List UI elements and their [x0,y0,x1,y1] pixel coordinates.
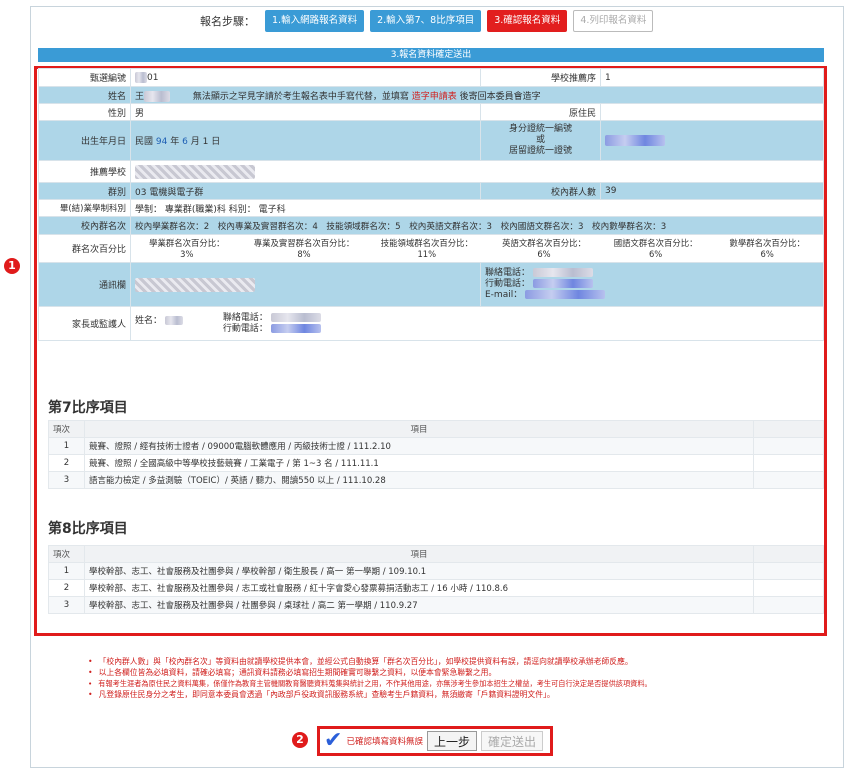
section8-title: 第8比序項目 [48,521,128,537]
dept-value: 學制： 專業群(職業)科 科別： 電子科 [130,199,824,217]
address-label: 通訊欄 [38,262,131,307]
section-title-bar: 3.報名資料確定送出 [38,48,824,62]
step-3-current: 3.確認報名資料 [487,10,568,32]
exam-no-value: 01 [130,68,481,87]
aboriginal-label: 原住民 [480,103,601,121]
note-item: 「校內群人數」與「校內群名次」等資料由就讀學校提供本會，並經公式自動換算「群名次… [88,656,828,667]
table-row: 2 學校幹部、志工、社會服務及社團參與 / 志工或社會服務 / 紅十字會愛心發票募… [48,579,824,597]
id-value [600,120,824,161]
notes-list: 「校內群人數」與「校內群名次」等資料由就讀學校提供本會，並經公式自動換算「群名次… [88,656,828,700]
rec-school-value [130,160,824,183]
table-row: 1 學校幹部、志工、社會服務及社團參與 / 學校幹部 / 衛生股長 / 高一 第一… [48,562,824,580]
school-rank-label: 學校推薦序 [480,68,601,87]
badge-1: 1 [4,258,20,274]
address-value [130,262,481,307]
table-row: 3 語言能力檢定 / 多益測驗（TOEIC）/ 英語 / 聽力、閱讀550 以上 … [48,471,824,489]
section8-col-item: 項目 [84,545,754,563]
checkmark-icon[interactable]: ✔ [324,730,342,752]
note-item: 凡登錄原住民身分之考生，即同意本委員會透過「內政部戶役政資訊服務系統」查驗考生戶… [88,689,828,700]
rank-label: 校內群名次 [38,216,131,235]
step-4: 4.列印報名資料 [573,10,654,32]
step-1[interactable]: 1.輸入網路報名資料 [265,10,365,32]
birth-value: 民國 94 年 6 月 1 日 [130,120,481,161]
pct-values: 學業群名次百分比： 3% 專業及實習群名次百分比： 8% 技能領域群名次百分比： 11… [130,234,824,263]
section7-col-empty [753,420,824,438]
group-value: 03 電機與電子群 [130,182,481,200]
gender-value: 男 [130,103,481,121]
group-count-label: 校內群人數 [480,182,601,200]
step-2[interactable]: 2.輸入第7、8比序項目 [370,10,482,32]
rec-school-label: 推薦學校 [38,160,131,183]
section7-title: 第7比序項目 [48,400,128,416]
aboriginal-value [600,103,824,121]
steps-label: 報名步驟： [200,15,255,28]
guardian-label: 家長或監護人 [38,306,131,341]
note-item: 以上各欄位皆為必填資料，請確必填寫；通訊資料請務必填寫招生期間確實可聯繫之資料，… [88,667,828,678]
badge-2: 2 [292,732,308,748]
group-label: 群別 [38,182,131,200]
table-row: 3 學校幹部、志工、社會服務及社團參與 / 社團參與 / 桌球社 / 高二 第一學… [48,596,824,614]
page: 報名步驟： 1.輸入網路報名資料 2.輸入第7、8比序項目 3.確認報名資料 4… [0,0,846,770]
confirm-check-label[interactable]: 已確認填寫資料無誤 [346,735,423,747]
birth-label: 出生年月日 [38,120,131,161]
table-row: 1 競賽、證照 / 經有技術士證者 / 09000電腦軟體應用 / 丙級技術士證 … [48,437,824,455]
section7-col-no: 項次 [48,420,85,438]
group-count-value: 39 [600,182,824,200]
exam-no-label: 甄選編號 [38,68,131,87]
section8-table: 項次 項目 1 學校幹部、志工、社會服務及社團參與 / 學校幹部 / 衛生股長 /… [48,545,824,614]
section7-col-item: 項目 [84,420,754,438]
school-rank-value: 1 [600,68,824,87]
section8-col-no: 項次 [48,545,85,563]
note-item: 有報考生涯者為原住民之資料萬集，係僅作為教育主管機關教育醫聽資料蒐集與統計之用，… [88,678,828,689]
name-value: 王 無法顯示之罕見字請於考生報名表中手寫代替，並填寫 造字申請表 後寄回本委員會… [130,86,824,104]
char-request-link[interactable]: 造字申請表 [412,92,457,102]
gender-label: 性別 [38,103,131,121]
prev-step-button[interactable]: 上一步 [426,731,477,751]
guardian-values: 姓名： 聯絡電話： 行動電話： [130,306,824,341]
applicant-info-table: 甄選編號 01 學校推薦序 1 姓名 王 無法顯示之罕見字請於考生報名表中手寫代… [38,68,824,341]
name-label: 姓名 [38,86,131,104]
dept-label: 畢(結)業學制科別 [38,199,131,217]
submit-button[interactable]: 確定送出 [480,731,543,751]
contact-values: 聯絡電話： 行動電話： E-mail： [480,262,824,307]
rank-value: 校內學業群名次：2 校內專業及實習群名次：4 技能領域群名次：5 校內英語文群名… [130,216,824,235]
confirm-box: ✔ 已確認填寫資料無誤 上一步 確定送出 [317,726,553,756]
id-label: 身分證統一編號或居留證統一證號 [480,120,601,161]
pct-label: 群名次百分比 [38,234,131,263]
section7-table: 項次 項目 1 競賽、證照 / 經有技術士證者 / 09000電腦軟體應用 / 丙… [48,420,824,489]
table-row: 2 競賽、證照 / 全國高級中等學校技藝競賽 / 工業電子 / 第 1~3 名 /… [48,454,824,472]
step-indicator: 報名步驟： 1.輸入網路報名資料 2.輸入第7、8比序項目 3.確認報名資料 4… [200,10,654,32]
section8-col-empty [753,545,824,563]
